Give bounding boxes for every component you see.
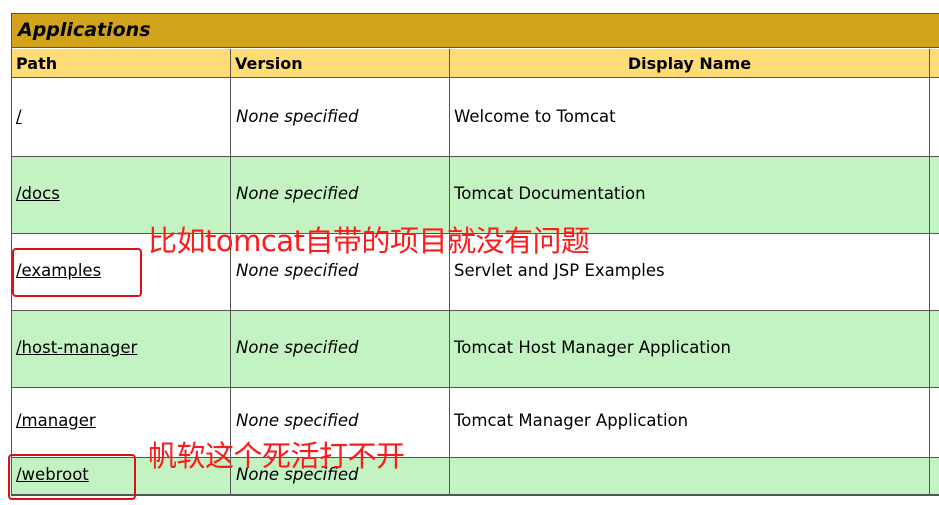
annotation-top: 比如tomcat自带的项目就没有问题 — [148, 224, 590, 258]
annotation-bottom: 帆软这个死活打不开 — [148, 439, 405, 473]
highlight-box-webroot — [8, 454, 136, 500]
tomcat-manager-screenshot: Applications Path Version Display Name /… — [0, 0, 939, 505]
highlight-box-examples — [12, 248, 142, 297]
